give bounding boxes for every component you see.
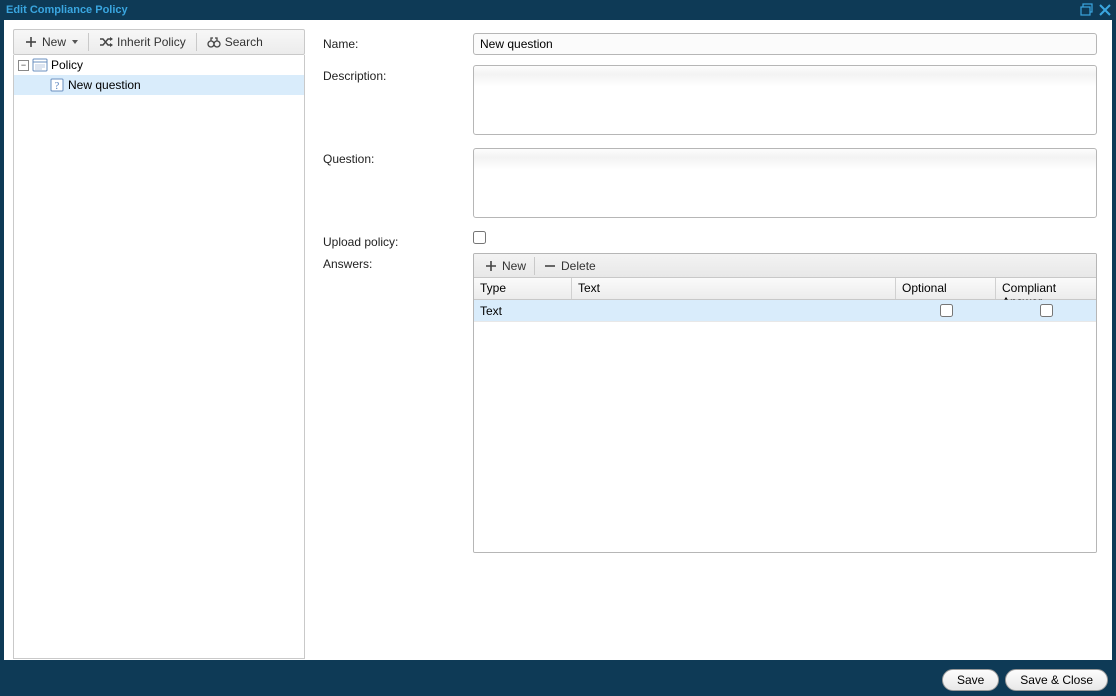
save-close-button[interactable]: Save & Close: [1005, 669, 1108, 691]
search-button[interactable]: Search: [201, 33, 269, 51]
question-input[interactable]: [473, 148, 1097, 218]
col-header-optional[interactable]: Optional: [896, 278, 996, 299]
new-button[interactable]: New: [18, 33, 84, 51]
question-label: Question:: [323, 148, 473, 166]
collapse-icon[interactable]: −: [18, 60, 29, 71]
cell-type: Text: [474, 300, 572, 321]
upload-label: Upload policy:: [323, 231, 473, 249]
plus-icon: [24, 35, 38, 49]
sidebar: New Inherit Policy Search: [5, 21, 305, 659]
cell-text: [572, 300, 896, 321]
policy-tree: − Policy ? New question: [13, 55, 305, 659]
cell-compliant: [996, 300, 1096, 321]
answers-header-row: Type Text Optional Compliant Answer: [474, 278, 1096, 300]
footer: Save Save & Close: [0, 664, 1116, 696]
col-header-type[interactable]: Type: [474, 278, 572, 299]
restore-icon[interactable]: [1080, 3, 1094, 17]
row-name: Name:: [323, 33, 1097, 55]
new-button-label: New: [42, 35, 66, 49]
tree-item-label: New question: [68, 78, 141, 92]
answers-grid: New Delete Type Text: [473, 253, 1097, 553]
toolbar-separator: [534, 257, 535, 275]
row-description: Description:: [323, 65, 1097, 138]
tree-root-policy[interactable]: − Policy: [14, 55, 304, 75]
name-label: Name:: [323, 33, 473, 51]
answers-new-label: New: [502, 259, 526, 273]
toolbar-separator: [88, 33, 89, 51]
close-icon[interactable]: [1098, 3, 1112, 17]
col-header-compliant[interactable]: Compliant Answer: [996, 278, 1096, 299]
chevron-down-icon: [72, 40, 78, 44]
form-panel: Name: Description: Question:: [305, 21, 1111, 659]
answers-toolbar: New Delete: [474, 254, 1096, 278]
plus-icon: [484, 259, 498, 273]
answers-delete-button[interactable]: Delete: [537, 257, 602, 275]
cell-optional: [896, 300, 996, 321]
dialog-window: Edit Compliance Policy New Inh: [0, 0, 1116, 696]
tree-spacer: [35, 80, 46, 91]
dialog-body: New Inherit Policy Search: [4, 20, 1112, 660]
tree-root-label: Policy: [51, 58, 83, 72]
content-area: New Inherit Policy Search: [5, 21, 1111, 659]
inherit-button-label: Inherit Policy: [117, 35, 186, 49]
titlebar: Edit Compliance Policy: [0, 0, 1116, 20]
answers-delete-label: Delete: [561, 259, 596, 273]
row-answers: Answers: New Delete: [323, 253, 1097, 553]
compliant-checkbox[interactable]: [1040, 304, 1053, 317]
description-label: Description:: [323, 65, 473, 83]
svg-text:?: ?: [55, 81, 60, 92]
inherit-policy-button[interactable]: Inherit Policy: [93, 33, 192, 51]
name-input[interactable]: [473, 33, 1097, 55]
answer-row[interactable]: Text: [474, 300, 1096, 322]
toolbar-separator: [196, 33, 197, 51]
description-input[interactable]: [473, 65, 1097, 135]
shuffle-icon: [99, 35, 113, 49]
answers-new-button[interactable]: New: [478, 257, 532, 275]
question-icon: ?: [49, 78, 65, 92]
window-title: Edit Compliance Policy: [4, 4, 1076, 16]
minus-icon: [543, 259, 557, 273]
answers-body: Text: [474, 300, 1096, 552]
policy-icon: [32, 58, 48, 72]
sidebar-toolbar: New Inherit Policy Search: [13, 29, 305, 55]
row-question: Question:: [323, 148, 1097, 221]
search-button-label: Search: [225, 35, 263, 49]
answers-label: Answers:: [323, 253, 473, 271]
col-header-text[interactable]: Text: [572, 278, 896, 299]
save-button[interactable]: Save: [942, 669, 999, 691]
binoculars-icon: [207, 35, 221, 49]
tree-item-new-question[interactable]: ? New question: [14, 75, 304, 95]
upload-checkbox[interactable]: [473, 231, 486, 244]
row-upload: Upload policy:: [323, 231, 1097, 249]
optional-checkbox[interactable]: [940, 304, 953, 317]
